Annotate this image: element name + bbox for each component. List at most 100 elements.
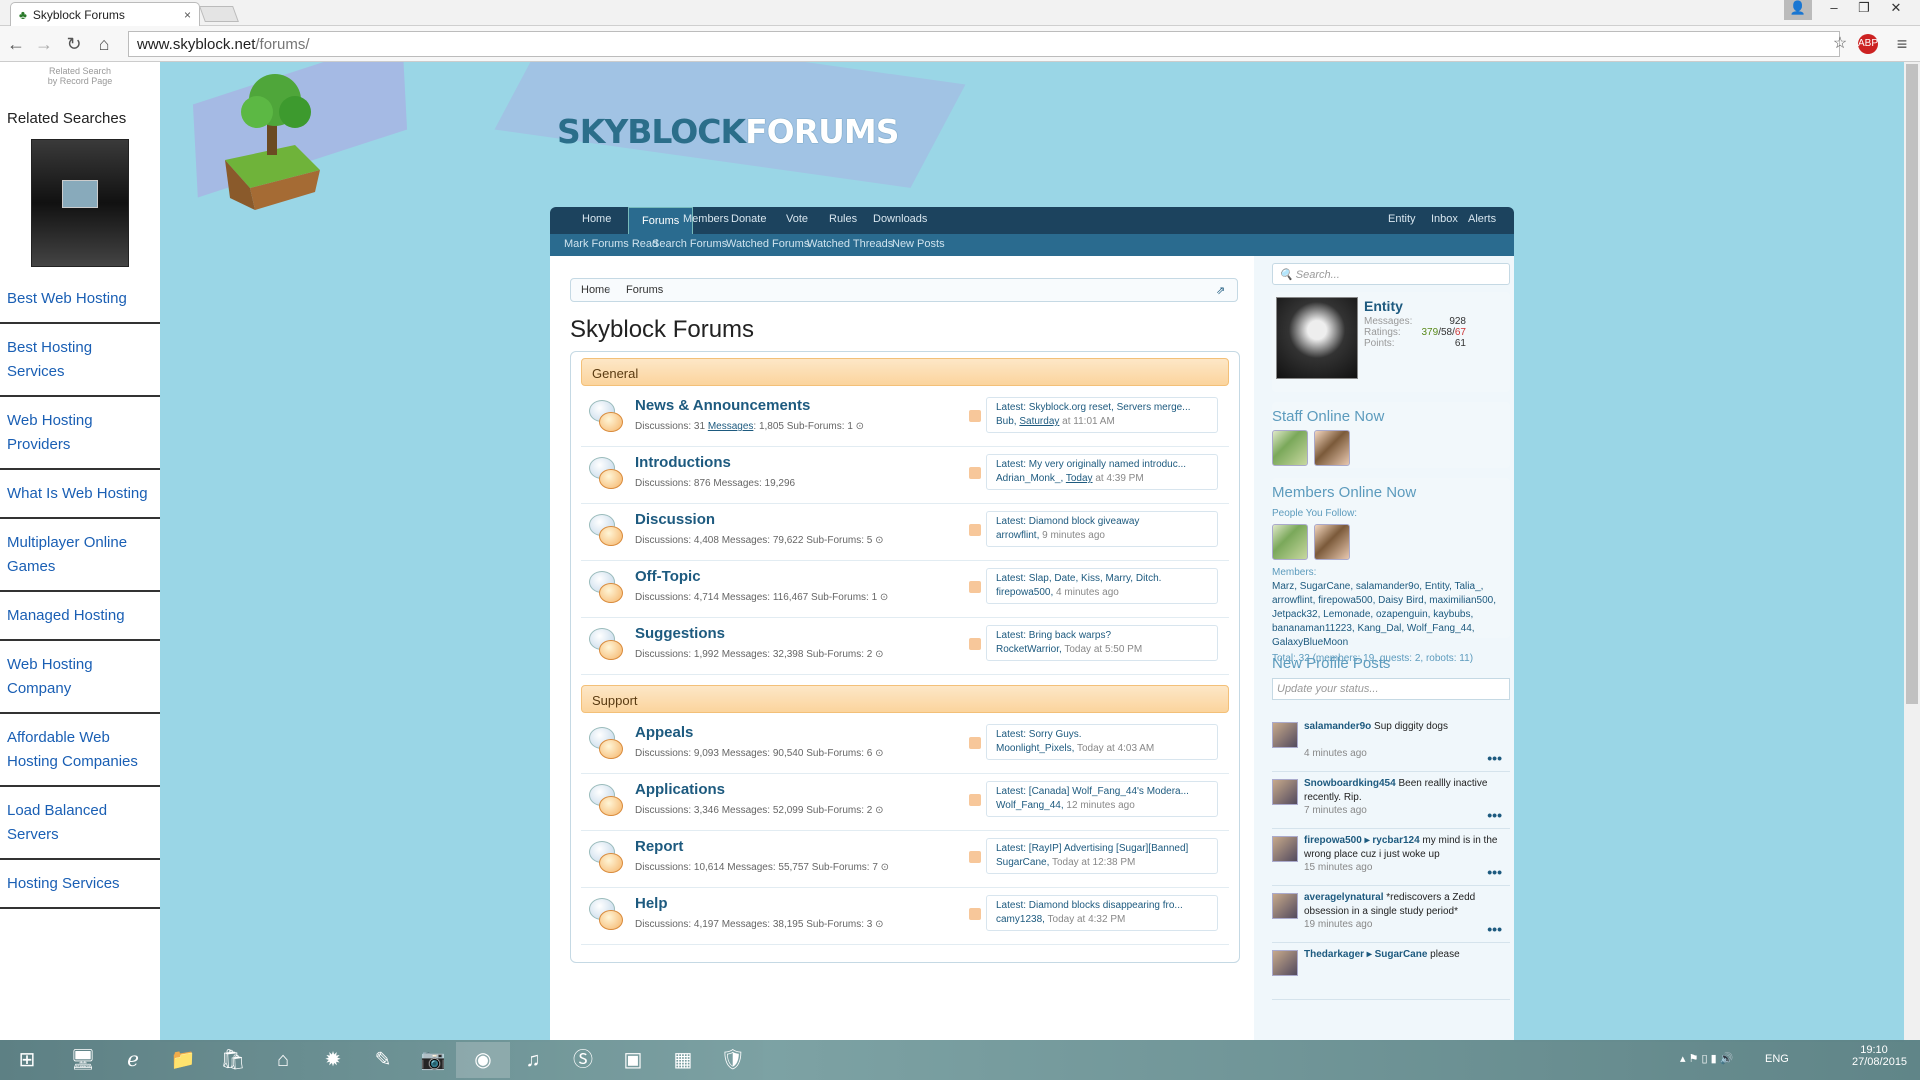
colors-app-icon[interactable]: ✹ [306,1042,360,1078]
nav-tab-donate[interactable]: Donate [731,213,766,225]
subnav-link[interactable]: Mark Forums Read [564,238,658,250]
forum-title[interactable]: Applications [635,781,725,798]
followed-avatar[interactable] [1272,524,1308,560]
home-icon[interactable]: ⌂ [92,32,116,56]
related-search-link[interactable]: Web Hosting Company [0,641,160,714]
avatar[interactable] [1272,950,1298,976]
subnav-link[interactable]: New Posts [892,238,945,250]
chrome-icon[interactable]: ◉ [456,1042,510,1078]
forum-title[interactable]: Off-Topic [635,568,701,585]
close-window-button[interactable]: ✕ [1882,0,1910,20]
status-input[interactable]: Update your status... [1272,678,1510,700]
star-icon[interactable]: ☆ [1828,32,1852,56]
nav-tab-vote[interactable]: Vote [786,213,808,225]
skype-icon[interactable]: Ⓢ [556,1042,610,1078]
breadcrumb-home[interactable]: Home [581,284,610,296]
members-list[interactable]: Marz, SugarCane, salamander9o, Entity, T… [1272,580,1508,650]
nav-tab-members[interactable]: Members [683,213,729,225]
nav-tab-home[interactable]: Home [582,213,611,225]
reload-icon[interactable]: ↻ [62,32,86,56]
nav-entity[interactable]: Entity [1388,213,1416,225]
minimize-button[interactable]: ‒ [1820,0,1848,20]
subnav-link[interactable]: Watched Threads [807,238,893,250]
clock[interactable]: 19:10 27/08/2015 [1852,1044,1907,1068]
site-logo[interactable]: SKYBLOCKFORUMS [557,112,900,151]
rss-icon[interactable] [969,737,981,749]
category-header[interactable]: General [581,358,1229,386]
followed-avatar[interactable] [1314,524,1350,560]
post-author[interactable]: Snowboardking454 [1304,778,1396,789]
subnav-link[interactable]: Search Forums [652,238,727,250]
latest-post[interactable]: Latest: Skyblock.org reset, Servers merg… [986,397,1218,433]
mcafee-icon[interactable]: 🛡 [706,1042,760,1078]
rss-icon[interactable] [969,638,981,650]
latest-post[interactable]: Latest: My very originally named introdu… [986,454,1218,490]
related-search-link[interactable]: Best Web Hosting [0,275,160,324]
post-author[interactable]: averagelynatural [1304,892,1384,903]
related-search-link[interactable]: Hosting Services [0,860,160,909]
avatar[interactable] [1272,779,1298,805]
notes-app-icon[interactable]: ✎ [356,1042,410,1078]
latest-post[interactable]: Latest: Slap, Date, Kiss, Marry, Ditch. f… [986,568,1218,604]
spotify-icon[interactable]: ♫ [506,1042,560,1078]
forum-title[interactable]: Report [635,838,683,855]
home-app-icon[interactable]: ⌂ [256,1042,310,1078]
tray-icons[interactable]: ▴ ⚑ ▯ ▮ 🔊 [1680,1052,1733,1065]
rss-icon[interactable] [969,794,981,806]
avatar[interactable] [1276,297,1358,379]
nav-inbox[interactable]: Inbox [1431,213,1458,225]
rss-icon[interactable] [969,467,981,479]
close-tab-icon[interactable]: × [184,8,191,22]
more-options-icon[interactable]: ••• [1487,921,1502,937]
related-search-link[interactable]: Affordable Web Hosting Companies [0,714,160,787]
rss-icon[interactable] [969,524,981,536]
forum-title[interactable]: Suggestions [635,625,725,642]
related-search-link[interactable]: Web Hosting Providers [0,397,160,470]
scrollbar-thumb[interactable] [1906,64,1918,704]
post-author[interactable]: Thedarkager ▸ SugarCane [1304,949,1427,960]
more-options-icon[interactable]: ••• [1487,750,1502,766]
maximize-button[interactable]: ❐ [1850,0,1878,20]
latest-post[interactable]: Latest: Diamond block giveaway arrowflint… [986,511,1218,547]
related-search-link[interactable]: Multiplayer Online Games [0,519,160,592]
subnav-link[interactable]: Watched Forums [726,238,809,250]
more-options-icon[interactable]: ••• [1487,864,1502,880]
forward-icon[interactable]: → [32,32,56,56]
category-header[interactable]: Support [581,685,1229,713]
messages-link[interactable]: Messages [708,421,754,432]
avatar[interactable] [1272,836,1298,862]
staff-avatar[interactable] [1272,430,1308,466]
avatar[interactable] [1272,722,1298,748]
nav-tab-downloads[interactable]: Downloads [873,213,927,225]
forum-title[interactable]: Introductions [635,454,731,471]
rss-icon[interactable] [969,908,981,920]
forum-title[interactable]: Discussion [635,511,715,528]
crafting-icon[interactable]: ▦ [656,1042,710,1078]
store-icon[interactable]: 🛍 [206,1042,260,1078]
server-rack-image[interactable] [31,139,129,267]
camera-icon[interactable]: 📷 [406,1042,460,1078]
breadcrumb-forums[interactable]: Forums [626,284,663,296]
forum-title[interactable]: News & Announcements [635,397,810,414]
avatar[interactable] [1272,893,1298,919]
menu-icon[interactable]: ≡ [1890,32,1914,56]
computer-icon[interactable]: 🖥 [56,1042,110,1078]
latest-post[interactable]: Latest: Diamond blocks disappearing fro.… [986,895,1218,931]
address-bar[interactable]: www.skyblock.net/forums/ [128,31,1840,57]
adblock-icon[interactable]: ABP [1858,34,1878,54]
rss-icon[interactable] [969,581,981,593]
latest-post[interactable]: Latest: Bring back warps? RocketWarrior, … [986,625,1218,661]
start-icon[interactable]: ⊞ [0,1042,54,1078]
related-search-link[interactable]: Best Hosting Services [0,324,160,397]
expand-icon[interactable]: ⇗ [1216,284,1225,297]
rss-icon[interactable] [969,410,981,422]
post-author[interactable]: firepowa500 ▸ rycbar124 [1304,835,1420,846]
search-input[interactable]: 🔍 Search... [1272,263,1510,285]
latest-post[interactable]: Latest: [RayIP] Advertising [Sugar][Bann… [986,838,1218,874]
ie-icon[interactable]: ℯ [106,1042,160,1078]
minecraft-icon[interactable]: ▣ [606,1042,660,1078]
user-icon[interactable]: 👤 [1784,0,1812,20]
latest-post[interactable]: Latest: Sorry Guys. Moonlight_Pixels, Tod… [986,724,1218,760]
rss-icon[interactable] [969,851,981,863]
related-search-link[interactable]: Load Balanced Servers [0,787,160,860]
